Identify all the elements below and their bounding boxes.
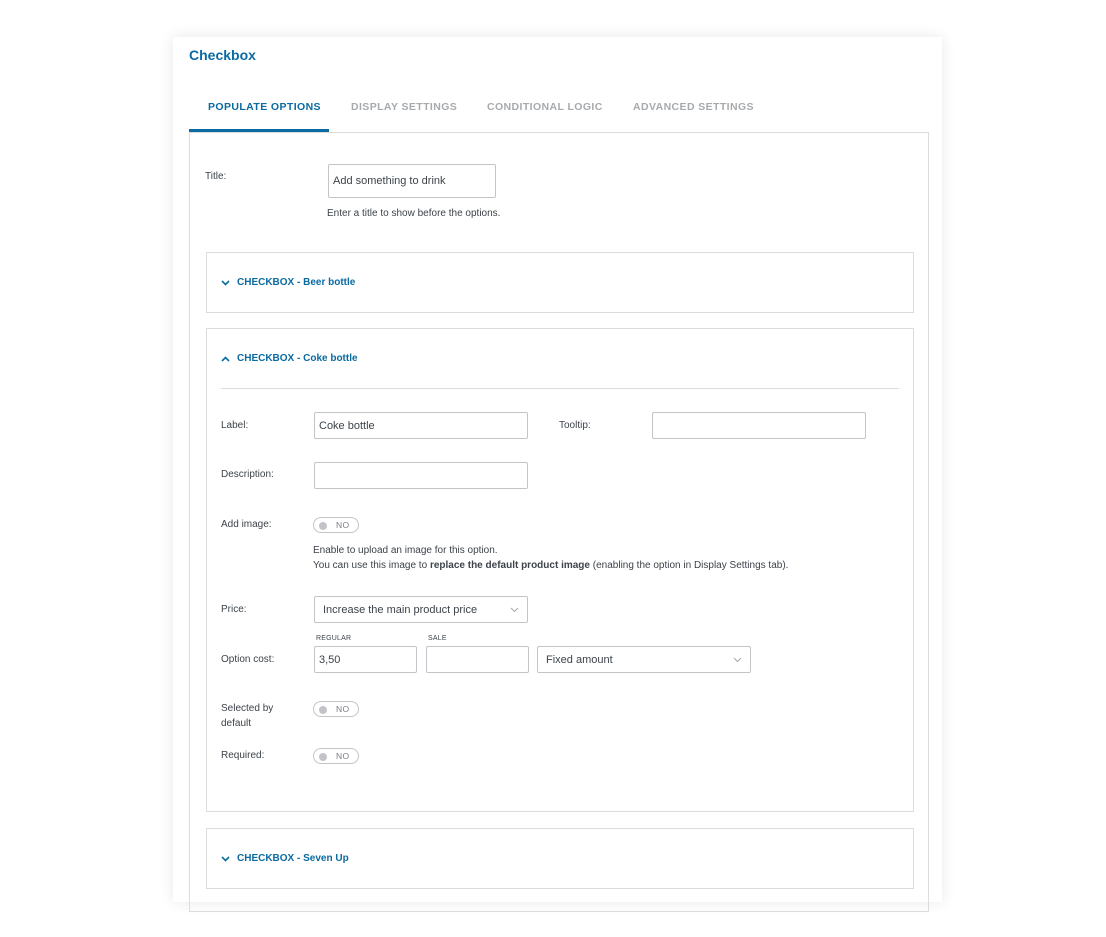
required-toggle[interactable]: NO	[313, 748, 359, 764]
accordion-divider	[221, 388, 899, 389]
accordion-seven-up: CHECKBOX - Seven Up	[206, 828, 914, 889]
populate-options-content: Title: Enter a title to show before the …	[189, 132, 929, 912]
chevron-down-icon	[221, 279, 230, 286]
tab-bar: POPULATE OPTIONS DISPLAY SETTINGS CONDIT…	[189, 89, 930, 132]
price-select-value: Increase the main product price	[323, 603, 478, 616]
accordion-header-beer-bottle[interactable]: CHECKBOX - Beer bottle	[221, 277, 355, 288]
selected-by-default-toggle[interactable]: NO	[313, 701, 359, 717]
toggle-state: NO	[336, 520, 350, 530]
checkbox-panel: Checkbox POPULATE OPTIONS DISPLAY SETTIN…	[173, 37, 942, 912]
add-image-label: Add image:	[221, 519, 272, 530]
selected-by-default-label-1: Selected by	[221, 703, 274, 714]
help-text-bold: replace the default product image	[429, 560, 590, 571]
tooltip-input[interactable]	[652, 412, 866, 439]
add-image-toggle[interactable]: NO	[313, 517, 359, 533]
chevron-down-icon	[510, 607, 519, 612]
accordion-beer-bottle: CHECKBOX - Beer bottle	[206, 252, 914, 313]
title-input[interactable]	[328, 164, 496, 198]
regular-price-input[interactable]	[314, 646, 417, 673]
toggle-knob	[319, 521, 327, 530]
chevron-down-icon	[221, 855, 230, 862]
add-image-help-1: Enable to upload an image for this optio…	[313, 545, 498, 556]
tab-advanced-settings[interactable]: ADVANCED SETTINGS	[633, 101, 754, 113]
accordion-coke-bottle: CHECKBOX - Coke bottle Label: Tooltip: D…	[206, 328, 914, 812]
sale-price-input[interactable]	[426, 646, 529, 673]
tab-populate-options[interactable]: POPULATE OPTIONS	[208, 101, 321, 113]
panel-title: Checkbox	[189, 47, 256, 63]
description-input[interactable]	[314, 462, 528, 489]
option-cost-label: Option cost:	[221, 654, 275, 665]
cost-type-select[interactable]: Fixed amount	[537, 646, 751, 673]
toggle-state: NO	[336, 751, 350, 761]
accordion-header-seven-up[interactable]: CHECKBOX - Seven Up	[221, 853, 349, 864]
label-field-label: Label:	[221, 420, 249, 431]
option-label-input[interactable]	[314, 412, 528, 439]
regular-price-label: REGULAR	[316, 635, 352, 642]
tab-display-settings[interactable]: DISPLAY SETTINGS	[351, 101, 457, 113]
accordion-header-coke-bottle[interactable]: CHECKBOX - Coke bottle	[221, 353, 358, 364]
title-label: Title:	[205, 171, 227, 182]
cost-type-value: Fixed amount	[546, 653, 613, 666]
accordion-title: CHECKBOX - Seven Up	[237, 853, 349, 864]
help-text-part: (enabling the option in Display Settings…	[592, 560, 789, 571]
accordion-title: CHECKBOX - Beer bottle	[237, 277, 356, 288]
accordion-title: CHECKBOX - Coke bottle	[237, 353, 358, 364]
toggle-state: NO	[336, 704, 350, 714]
add-image-help-2: You can use this image to replace the de…	[313, 560, 788, 571]
required-label: Required:	[221, 750, 265, 761]
description-field-label: Description:	[221, 469, 274, 480]
sale-price-label: SALE	[428, 635, 447, 642]
tooltip-field-label: Tooltip:	[559, 420, 591, 431]
tab-conditional-logic[interactable]: CONDITIONAL LOGIC	[487, 101, 603, 113]
title-help-text: Enter a title to show before the options…	[327, 208, 501, 219]
chevron-down-icon	[733, 657, 742, 662]
help-text-part: You can use this image to	[313, 560, 428, 571]
toggle-knob	[319, 752, 327, 761]
selected-by-default-label-2: default	[221, 718, 252, 729]
price-label: Price:	[221, 604, 247, 615]
price-select[interactable]: Increase the main product price	[314, 596, 528, 623]
toggle-knob	[319, 705, 327, 714]
chevron-up-icon	[221, 355, 230, 362]
